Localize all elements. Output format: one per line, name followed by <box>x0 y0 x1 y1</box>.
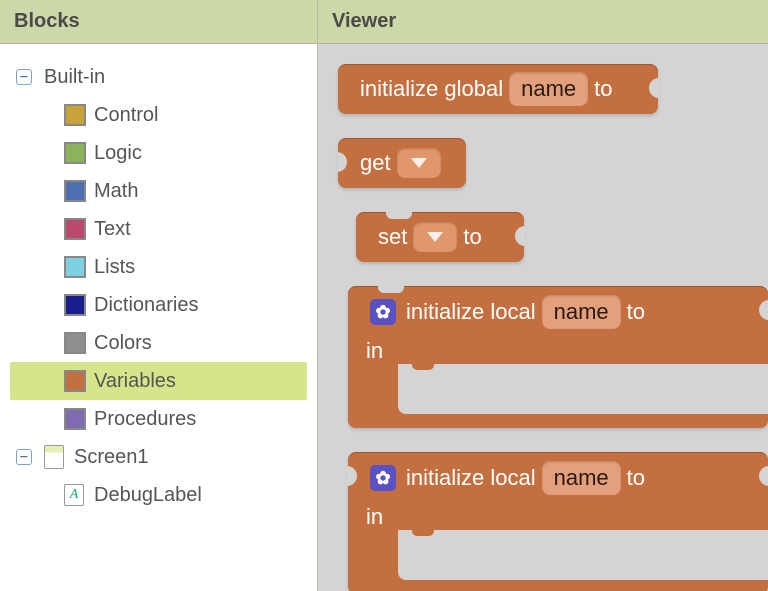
category-label: Control <box>94 104 158 127</box>
collapse-icon[interactable]: − <box>16 449 32 465</box>
block-text: to <box>627 465 645 491</box>
variable-name-field[interactable]: name <box>509 72 588 106</box>
block-text: in <box>366 338 383 364</box>
category-label: Variables <box>94 370 176 393</box>
category-swatch-icon <box>64 408 86 430</box>
tree-builtin-label: Built-in <box>44 66 105 89</box>
tree-screen1[interactable]: − Screen1 <box>10 438 307 476</box>
blocks-tree: − Built-in Control Logic Math Text Lists Dict… <box>0 44 317 591</box>
block-text: get <box>360 150 391 176</box>
gear-icon[interactable]: ✿ <box>370 299 396 325</box>
category-label: Math <box>94 180 138 203</box>
block-text: to <box>594 76 612 102</box>
label-component-icon: A <box>64 484 84 506</box>
category-swatch-icon <box>64 218 86 240</box>
viewer-canvas[interactable]: initialize global name to get set <box>318 44 768 591</box>
category-label: Lists <box>94 256 135 279</box>
statement-mouth[interactable] <box>398 530 768 580</box>
viewer-panel-title: Viewer <box>332 10 396 33</box>
variable-name-field[interactable]: name <box>542 461 621 495</box>
block-set[interactable]: set to <box>356 212 524 262</box>
category-label: Procedures <box>94 408 196 431</box>
category-colors[interactable]: Colors <box>10 324 307 362</box>
category-label: Dictionaries <box>94 294 198 317</box>
category-swatch-icon <box>64 294 86 316</box>
category-swatch-icon <box>64 180 86 202</box>
variable-name-field[interactable]: name <box>542 295 621 329</box>
category-label: Logic <box>94 142 142 165</box>
category-procedures[interactable]: Procedures <box>10 400 307 438</box>
block-initialize-global[interactable]: initialize global name to <box>338 64 658 114</box>
block-text: initialize local <box>406 299 536 325</box>
tree-builtin[interactable]: − Built-in <box>10 58 307 96</box>
gear-icon[interactable]: ✿ <box>370 465 396 491</box>
block-initialize-local-expression[interactable]: ✿ initialize local name to in <box>348 452 768 591</box>
block-get[interactable]: get <box>338 138 466 188</box>
app-root: Blocks − Built-in Control Logic Math Text Li… <box>0 0 768 591</box>
block-text: set <box>378 224 407 250</box>
category-swatch-icon <box>64 142 86 164</box>
variable-dropdown[interactable] <box>397 148 441 178</box>
tree-debuglabel-label: DebugLabel <box>94 484 202 507</box>
category-text[interactable]: Text <box>10 210 307 248</box>
category-dictionaries[interactable]: Dictionaries <box>10 286 307 324</box>
block-text: in <box>366 504 383 530</box>
category-swatch-icon <box>64 370 86 392</box>
collapse-icon[interactable]: − <box>16 69 32 85</box>
category-swatch-icon <box>64 332 86 354</box>
blocks-panel-title: Blocks <box>14 10 80 33</box>
viewer-panel: Viewer initialize global name to get <box>318 0 768 591</box>
category-logic[interactable]: Logic <box>10 134 307 172</box>
tree-debuglabel[interactable]: A DebugLabel <box>10 476 307 514</box>
category-control[interactable]: Control <box>10 96 307 134</box>
blocks-panel: Blocks − Built-in Control Logic Math Text Li… <box>0 0 318 591</box>
statement-notch <box>378 285 404 293</box>
statement-notch <box>386 211 412 219</box>
screen-icon <box>44 445 64 469</box>
category-label: Colors <box>94 332 152 355</box>
category-math[interactable]: Math <box>10 172 307 210</box>
blocks-panel-header: Blocks <box>0 0 317 44</box>
category-swatch-icon <box>64 104 86 126</box>
viewer-panel-header: Viewer <box>318 0 768 44</box>
block-text: initialize global <box>360 76 503 102</box>
statement-mouth[interactable] <box>398 364 768 414</box>
category-swatch-icon <box>64 256 86 278</box>
block-text: to <box>627 299 645 325</box>
variable-dropdown[interactable] <box>413 222 457 252</box>
category-label: Text <box>94 218 131 241</box>
tree-screen1-label: Screen1 <box>74 446 149 469</box>
block-text: initialize local <box>406 465 536 491</box>
block-initialize-local-statement[interactable]: ✿ initialize local name to in <box>348 286 768 428</box>
category-variables[interactable]: Variables <box>10 362 307 400</box>
category-lists[interactable]: Lists <box>10 248 307 286</box>
block-text: to <box>463 224 481 250</box>
